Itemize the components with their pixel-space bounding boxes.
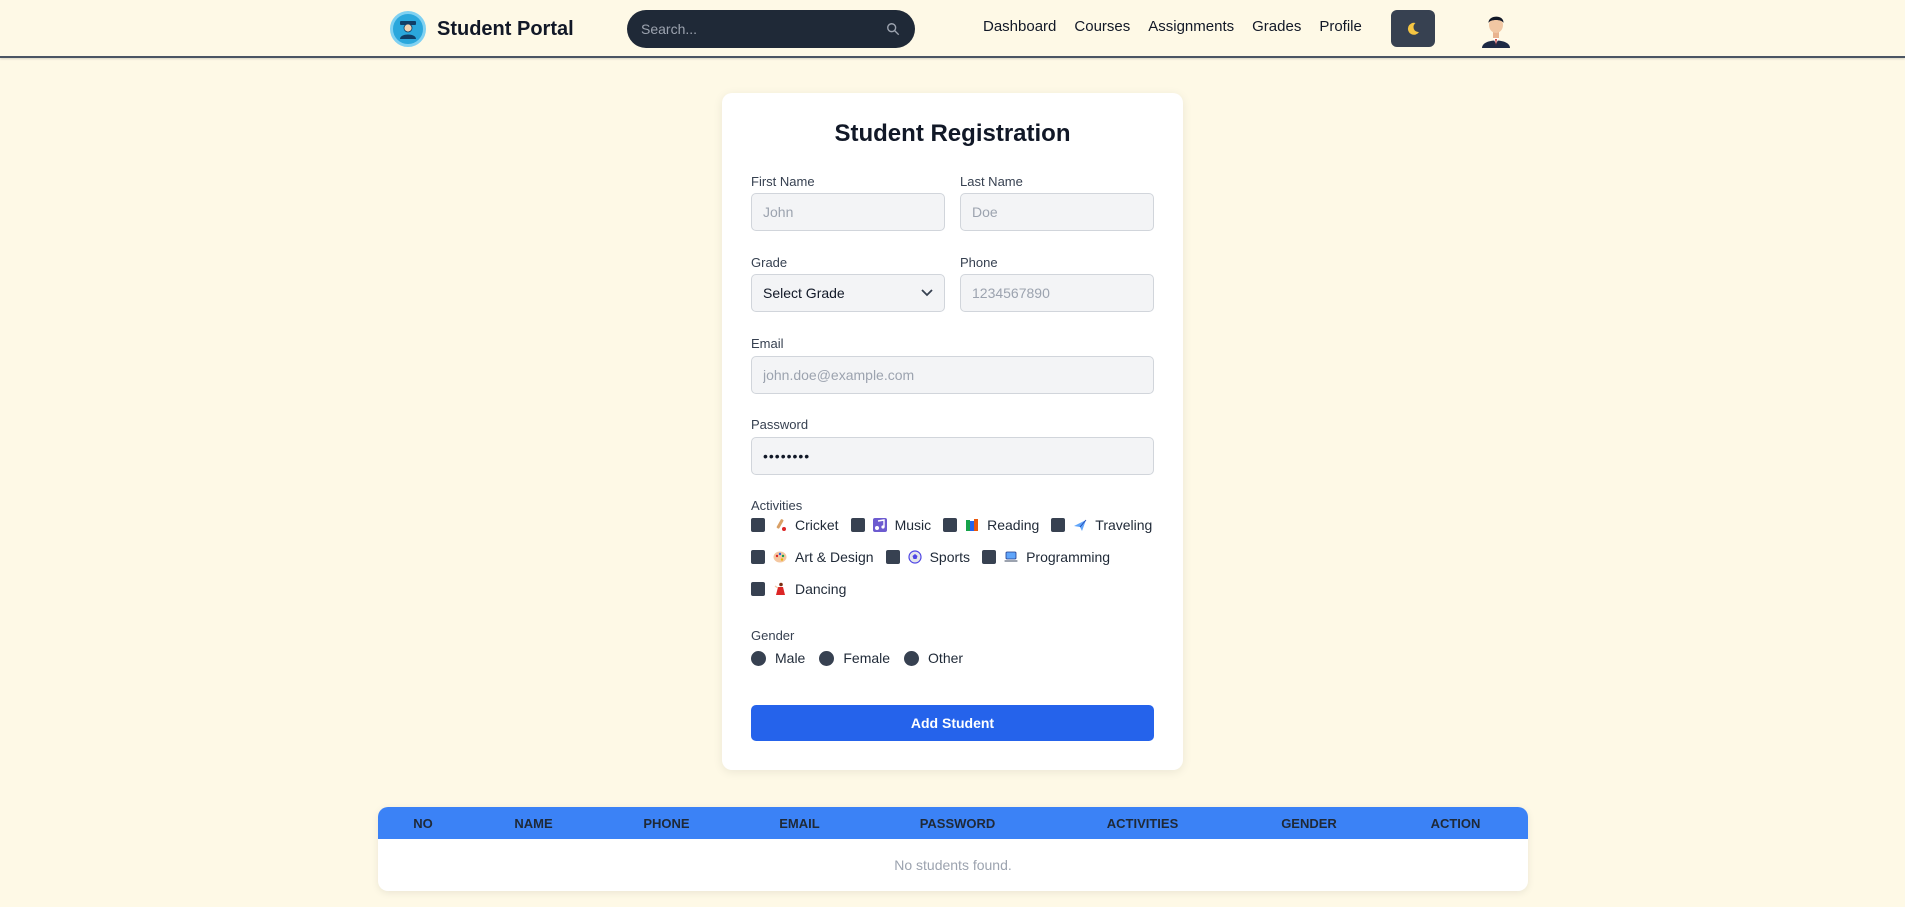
nav-link-profile[interactable]: Profile	[1319, 18, 1362, 35]
brand-name: Student Portal	[437, 17, 574, 40]
column-header-action: ACTION	[1430, 815, 1481, 831]
phone-input[interactable]	[960, 274, 1154, 312]
gender-option-female[interactable]: Female	[819, 650, 890, 666]
avatar[interactable]	[1478, 10, 1514, 48]
dancer-icon	[773, 582, 787, 596]
activity-art-design[interactable]: Art & Design	[751, 549, 874, 565]
column-header-password: PASSWORD	[919, 815, 996, 831]
nav-link-assignments[interactable]: Assignments	[1148, 18, 1234, 35]
last-name-input[interactable]	[960, 193, 1154, 231]
last-name-label: Last Name	[960, 174, 1023, 189]
password-label: Password	[751, 417, 809, 432]
chevron-down-icon	[921, 289, 933, 297]
activity-checkbox[interactable]	[751, 518, 765, 532]
top-navbar: Student Portal Dashboard Courses Assignm…	[0, 0, 1905, 58]
graduate-logo-icon	[390, 11, 426, 47]
laptop-icon	[1004, 550, 1018, 564]
gender-option-other[interactable]: Other	[904, 650, 963, 666]
column-header-activities: ACTIVITIES	[1106, 815, 1179, 831]
first-name-label: First Name	[751, 174, 815, 189]
email-input[interactable]	[751, 356, 1154, 394]
theme-toggle-button[interactable]	[1391, 10, 1435, 47]
moon-icon	[1407, 22, 1419, 35]
gender-radio[interactable]	[904, 650, 920, 666]
activity-sports[interactable]: Sports	[885, 549, 970, 565]
palette-icon	[773, 550, 787, 564]
nav-link-courses[interactable]: Courses	[1074, 18, 1130, 35]
column-header-name: NAME	[514, 815, 553, 831]
column-header-gender: GENDER	[1281, 815, 1337, 831]
search-bar	[627, 10, 915, 48]
cricket-icon	[773, 518, 787, 532]
activity-checkbox[interactable]	[751, 550, 765, 564]
form-title: Student Registration	[834, 120, 1071, 147]
activity-checkbox[interactable]	[943, 518, 958, 532]
add-student-button[interactable]: Add Student	[751, 705, 1154, 741]
activity-checkbox[interactable]	[885, 550, 900, 564]
activity-cricket[interactable]: Cricket	[751, 517, 839, 533]
activities-group: Cricket Music Reading Traveling Art & De…	[751, 514, 1161, 610]
nav-links: Dashboard Courses Assignments Grades Pro…	[983, 18, 1362, 35]
gender-group: Male Female Other	[751, 650, 977, 666]
grade-select[interactable]: Select Grade	[751, 274, 945, 312]
activity-music[interactable]: Music	[850, 517, 931, 533]
gender-option-male[interactable]: Male	[751, 650, 805, 666]
nav-link-grades[interactable]: Grades	[1252, 18, 1301, 35]
password-input[interactable]: ••••••••	[751, 437, 1154, 475]
ball-icon	[907, 550, 922, 564]
activity-reading[interactable]: Reading	[943, 517, 1039, 533]
search-input[interactable]	[641, 21, 885, 37]
activity-checkbox[interactable]	[850, 518, 865, 532]
phone-label: Phone	[960, 255, 998, 270]
nav-link-dashboard[interactable]: Dashboard	[983, 18, 1056, 35]
activity-dancing[interactable]: Dancing	[751, 581, 846, 597]
activity-checkbox[interactable]	[982, 550, 997, 564]
table-header-row: NO NAME PHONE EMAIL PASSWORD ACTIVITIES …	[378, 807, 1528, 839]
activity-checkbox[interactable]	[751, 582, 765, 596]
grade-select-value: Select Grade	[763, 285, 845, 301]
activities-label: Activities	[751, 498, 803, 513]
students-table: NO NAME PHONE EMAIL PASSWORD ACTIVITIES …	[378, 807, 1528, 891]
music-note-icon	[872, 518, 887, 532]
activity-programming[interactable]: Programming	[982, 549, 1110, 565]
email-label: Email	[751, 336, 784, 351]
search-icon[interactable]	[885, 21, 901, 37]
column-header-email: EMAIL	[779, 815, 820, 831]
activity-checkbox[interactable]	[1051, 518, 1066, 532]
books-icon	[965, 518, 979, 532]
gender-label: Gender	[751, 628, 795, 643]
activity-traveling[interactable]: Traveling	[1051, 517, 1152, 533]
column-header-no: NO	[413, 815, 433, 831]
column-header-phone: PHONE	[643, 815, 690, 831]
airplane-icon	[1073, 518, 1087, 532]
registration-card: Student Registration First Name Last Nam…	[722, 93, 1183, 770]
table-empty-message: No students found.	[894, 857, 1012, 873]
gender-radio[interactable]	[751, 650, 766, 666]
grade-label: Grade	[751, 255, 788, 270]
gender-radio[interactable]	[819, 650, 835, 666]
brand[interactable]: Student Portal	[390, 11, 574, 47]
first-name-input[interactable]	[751, 193, 945, 231]
